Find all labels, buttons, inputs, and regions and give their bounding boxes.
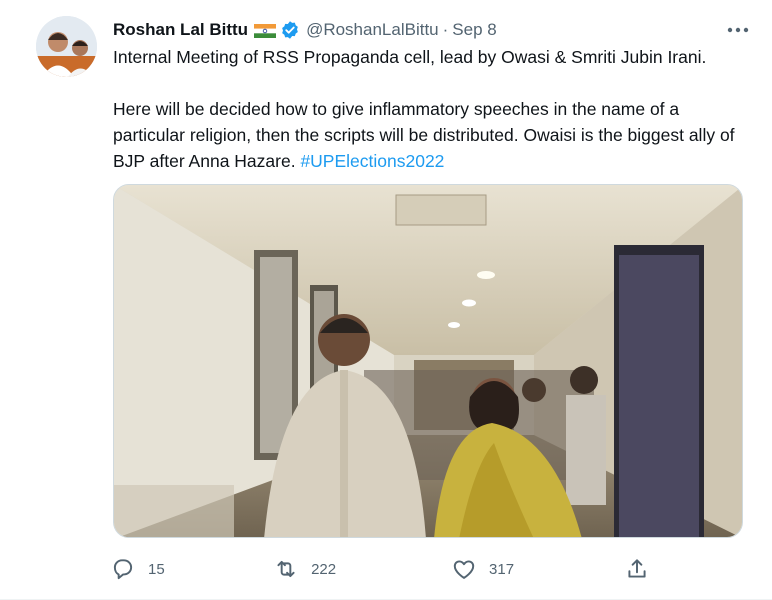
tweet-date[interactable]: Sep 8 (452, 20, 496, 40)
reply-icon (110, 556, 136, 582)
reply-count: 15 (148, 560, 165, 578)
corridor-photo (114, 185, 742, 537)
india-flag-icon (254, 23, 277, 38)
tweet-paragraph-2: Here will be decided how to give inflamm… (113, 96, 753, 174)
more-options-icon[interactable] (724, 18, 752, 42)
like-button[interactable]: 317 (451, 556, 624, 582)
like-count: 317 (489, 560, 515, 578)
retweet-count: 222 (311, 560, 337, 578)
share-icon (624, 556, 650, 582)
tweet-media-photo[interactable] (113, 184, 743, 538)
heart-icon (451, 556, 477, 582)
retweet-button[interactable]: 222 (273, 556, 451, 582)
author-handle[interactable]: @RoshanLalBittu (306, 20, 439, 40)
separator-dot: · (442, 20, 449, 39)
tweet-paragraph-1: Internal Meeting of RSS Propaganda cell,… (113, 47, 707, 67)
avatar[interactable] (36, 16, 97, 77)
tweet-actions: 15 222 317 (110, 554, 650, 584)
share-button[interactable] (624, 556, 650, 582)
retweet-icon (273, 556, 299, 582)
reply-button[interactable]: 15 (110, 556, 273, 582)
tweet-text: Internal Meeting of RSS Propaganda cell,… (113, 44, 753, 174)
author-name[interactable]: Roshan Lal Bittu (113, 20, 248, 40)
avatar-image (36, 16, 97, 77)
verified-badge-icon[interactable] (280, 20, 300, 40)
tweet-header: Roshan Lal Bittu @RoshanLalBittu · Sep 8 (113, 18, 752, 42)
hashtag-link[interactable]: #UPElections2022 (300, 151, 444, 171)
tweet-card[interactable]: Roshan Lal Bittu @RoshanLalBittu · Sep 8 (0, 0, 772, 600)
